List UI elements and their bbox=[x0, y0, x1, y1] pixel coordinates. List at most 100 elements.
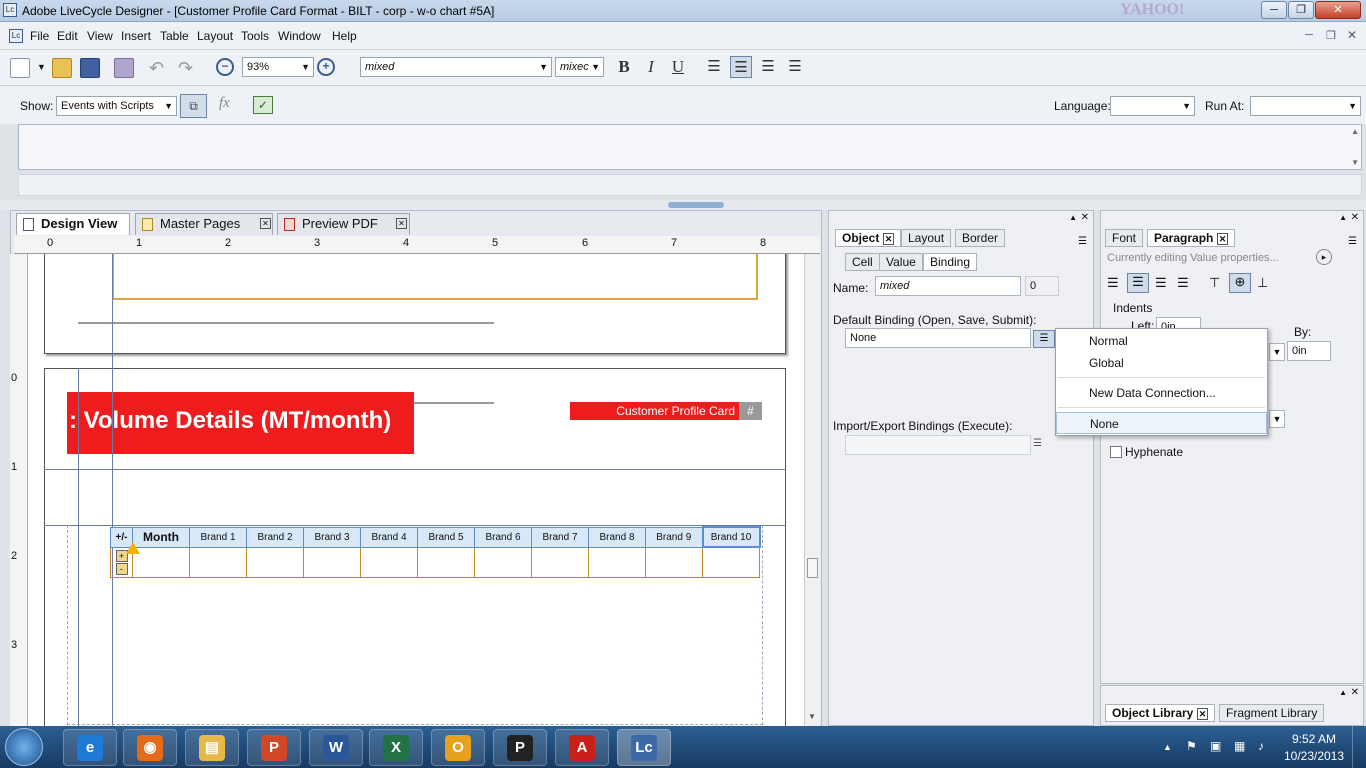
panel-close-icon[interactable]: ✕ bbox=[1081, 212, 1089, 223]
menu-help[interactable]: Help bbox=[332, 29, 357, 43]
subtab-cell[interactable]: Cell bbox=[845, 253, 880, 271]
livecycle-taskbar-button[interactable]: Lc bbox=[617, 729, 671, 766]
design-canvas[interactable]: : Volume Details (MT/month) Customer Pro… bbox=[28, 254, 804, 726]
explorer-taskbar-button[interactable]: ▤ bbox=[185, 729, 239, 766]
tab-master-pages[interactable]: Master Pages ✕ bbox=[135, 213, 273, 235]
valign-top-icon[interactable]: ⊤ bbox=[1209, 275, 1220, 291]
menu-edit[interactable]: Edit bbox=[57, 29, 78, 43]
panel-menu-icon[interactable]: ☰ bbox=[1348, 236, 1357, 247]
menu-layout[interactable]: Layout bbox=[197, 29, 233, 43]
header-cell-brand[interactable]: Brand 3 bbox=[303, 526, 361, 548]
align-left-icon[interactable]: ☰ bbox=[703, 56, 725, 78]
tab-paragraph[interactable]: Paragraph ✕ bbox=[1147, 229, 1236, 247]
import-export-select[interactable] bbox=[845, 435, 1031, 455]
tab-design-view[interactable]: Design View bbox=[16, 213, 130, 235]
menu-table[interactable]: Table bbox=[160, 29, 189, 43]
header-cell-brand[interactable]: Brand 1 bbox=[189, 526, 247, 548]
table-cell[interactable] bbox=[303, 546, 361, 578]
open-folder-icon[interactable] bbox=[52, 58, 72, 78]
scroll-down-icon[interactable]: ▼ bbox=[808, 712, 816, 721]
panel-menu-icon[interactable]: ☰ bbox=[1078, 236, 1087, 247]
redo-icon[interactable]: ↷ bbox=[178, 58, 193, 79]
save-icon[interactable] bbox=[80, 58, 100, 78]
script-scroll-down-icon[interactable]: ▼ bbox=[1351, 158, 1359, 167]
menu-file[interactable]: File bbox=[30, 29, 49, 43]
language-select[interactable]: ▼ bbox=[1110, 96, 1195, 116]
livecycle-app-icon[interactable]: Lc bbox=[3, 3, 17, 17]
remove-row-button[interactable]: - bbox=[115, 562, 128, 575]
edit-options-icon[interactable]: ▸ bbox=[1316, 249, 1332, 265]
show-desktop-button[interactable] bbox=[1352, 726, 1366, 768]
doc-close-icon[interactable]: ✕ bbox=[1347, 28, 1357, 42]
tab-preview-pdf[interactable]: Preview PDF ✕ bbox=[277, 213, 410, 235]
valign-middle-icon[interactable]: ⊕ bbox=[1229, 273, 1251, 293]
table-cell[interactable] bbox=[132, 546, 190, 578]
functions-icon[interactable]: fx bbox=[219, 95, 230, 112]
tab-fragment-library[interactable]: Fragment Library bbox=[1219, 704, 1325, 722]
header-cell-brand[interactable]: Brand 10 bbox=[701, 526, 761, 548]
first-line-select-arrow[interactable]: ▼ bbox=[1269, 343, 1285, 361]
para-align-left-icon[interactable]: ☰ bbox=[1107, 275, 1119, 291]
default-binding-select[interactable]: None bbox=[845, 328, 1031, 348]
script-scroll-up-icon[interactable]: ▲ bbox=[1351, 127, 1359, 136]
previous-subform[interactable] bbox=[112, 254, 758, 300]
para-align-center-icon[interactable]: ☰ bbox=[1127, 273, 1149, 293]
menu-window[interactable]: Window bbox=[278, 29, 321, 43]
panel-collapse-icon[interactable]: ▲ bbox=[1069, 213, 1077, 222]
menu-item-global[interactable]: Global bbox=[1056, 352, 1267, 374]
binding-menu-icon[interactable]: ☰ bbox=[1033, 330, 1055, 348]
table-cell[interactable] bbox=[645, 546, 703, 578]
doc-restore-icon[interactable]: ❐ bbox=[1326, 29, 1336, 42]
powerpoint-taskbar-button[interactable]: P bbox=[247, 729, 301, 766]
subtab-binding[interactable]: Binding bbox=[923, 253, 978, 271]
volume-details-header[interactable]: : Volume Details (MT/month) bbox=[67, 392, 414, 454]
new-dropdown-icon[interactable]: ▼ bbox=[37, 62, 46, 72]
header-cell-brand[interactable]: Brand 2 bbox=[246, 526, 304, 548]
clock-time[interactable]: 9:52 AM bbox=[1282, 732, 1346, 746]
splitter-handle[interactable] bbox=[668, 202, 724, 208]
p-app-taskbar-button[interactable]: P bbox=[493, 729, 547, 766]
header-cell-brand[interactable]: Brand 5 bbox=[417, 526, 475, 548]
run-at-select[interactable]: ▼ bbox=[1250, 96, 1361, 116]
menu-insert[interactable]: Insert bbox=[121, 29, 151, 43]
word-taskbar-button[interactable]: W bbox=[309, 729, 363, 766]
table-cell[interactable] bbox=[474, 546, 532, 578]
panel-collapse-icon[interactable]: ▲ bbox=[1339, 213, 1347, 222]
align-justify-icon[interactable]: ☰ bbox=[784, 56, 806, 78]
minimize-button[interactable]: ─ bbox=[1261, 1, 1287, 19]
doc-minimize-icon[interactable]: ─ bbox=[1305, 29, 1313, 41]
font-combo[interactable]: mixed ▼ bbox=[360, 57, 552, 77]
underline-button[interactable]: U bbox=[667, 56, 689, 78]
table-cell[interactable] bbox=[531, 546, 589, 578]
show-events-select[interactable]: Events with Scripts ▼ bbox=[56, 96, 177, 116]
splitter-bar[interactable] bbox=[0, 200, 1366, 210]
warning-icon[interactable] bbox=[126, 542, 140, 554]
excel-taskbar-button[interactable]: X bbox=[369, 729, 423, 766]
menu-view[interactable]: View bbox=[87, 29, 113, 43]
start-button[interactable] bbox=[5, 728, 43, 766]
document-icon[interactable]: Lc bbox=[9, 29, 23, 43]
align-center-icon[interactable]: ☰ bbox=[730, 56, 752, 78]
close-button[interactable]: ✕ bbox=[1315, 1, 1361, 19]
panel-close-icon[interactable]: ✕ bbox=[1351, 212, 1359, 223]
network-icon[interactable]: ▦ bbox=[1234, 739, 1245, 753]
ie-taskbar-button[interactable]: e bbox=[63, 729, 117, 766]
hyphenate-checkbox[interactable] bbox=[1110, 446, 1122, 458]
outlook-taskbar-button[interactable]: O bbox=[431, 729, 485, 766]
para-justify-icon[interactable]: ☰ bbox=[1177, 275, 1189, 291]
menu-item-new-data-connection[interactable]: New Data Connection... bbox=[1056, 382, 1267, 404]
panel-collapse-icon[interactable]: ▲ bbox=[1339, 688, 1347, 697]
tab-border[interactable]: Border bbox=[955, 229, 1006, 247]
page-number-field[interactable]: # bbox=[739, 402, 762, 420]
font-size-combo[interactable]: mixec ▼ bbox=[555, 57, 604, 77]
device-icon[interactable]: ▣ bbox=[1210, 739, 1221, 753]
show-hidden-icons-icon[interactable]: ▲ bbox=[1163, 742, 1172, 752]
header-cell-brand[interactable]: Brand 9 bbox=[645, 526, 703, 548]
header-cell-brand[interactable]: Brand 8 bbox=[588, 526, 646, 548]
customer-profile-card-label[interactable]: Customer Profile Card bbox=[570, 402, 739, 420]
header-cell-month[interactable]: Month bbox=[132, 526, 190, 548]
zoom-combo[interactable]: 93% ▼ bbox=[242, 57, 314, 77]
maximize-button[interactable]: ❐ bbox=[1288, 1, 1314, 19]
menu-item-normal[interactable]: Normal bbox=[1056, 330, 1267, 352]
table-cell[interactable] bbox=[360, 546, 418, 578]
